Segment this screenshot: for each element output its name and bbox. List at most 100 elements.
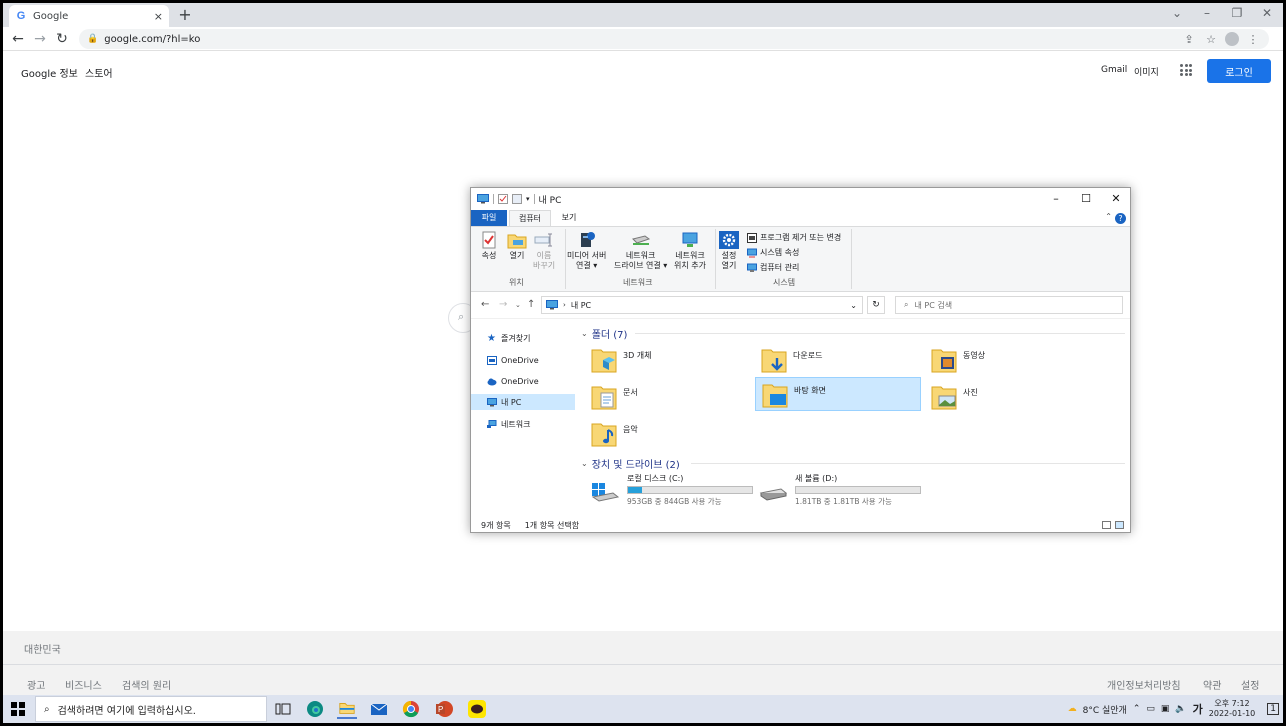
- google-about-link[interactable]: Google 정보: [21, 65, 78, 80]
- minimize-button[interactable]: –: [1197, 6, 1217, 20]
- reload-button[interactable]: ↻: [53, 30, 71, 48]
- recent-locations-icon[interactable]: ⌄: [515, 301, 521, 309]
- back-button[interactable]: ←: [9, 30, 27, 48]
- explorer-address-bar[interactable]: › 내 PC ⌄: [541, 296, 863, 314]
- drives-section-header[interactable]: ⌄ 장치 및 드라이브 (2): [581, 456, 680, 471]
- task-view-icon[interactable]: [273, 699, 293, 719]
- nav-label: 내 PC: [501, 397, 522, 407]
- tab-computer[interactable]: 컴퓨터: [509, 210, 551, 226]
- volume-icon[interactable]: 🔈: [1175, 704, 1186, 714]
- folder-3d-objects[interactable]: 3D 개체: [585, 343, 751, 377]
- address-bar[interactable]: 🔒 google.com/?hl=ko ⇪ ☆ ⋮: [79, 29, 1269, 49]
- restore-button[interactable]: ❐: [1227, 6, 1247, 20]
- footer-how-search-works-link[interactable]: 검색의 원리: [122, 677, 171, 692]
- apps-grid-icon[interactable]: [1180, 64, 1192, 76]
- clock[interactable]: 오후 7:12 2022-01-10: [1209, 699, 1256, 719]
- uninstall-program-button[interactable]: 프로그램 제거 또는 변경: [747, 232, 841, 243]
- properties-button[interactable]: 속성: [479, 231, 499, 261]
- input-indicator-icon[interactable]: ▭: [1146, 704, 1155, 714]
- login-button[interactable]: 로그인: [1207, 59, 1271, 83]
- media-server-button[interactable]: 미디어 서버 연결 ▾: [567, 231, 606, 271]
- nav-item-this-pc[interactable]: 내 PC: [471, 394, 575, 410]
- folder-documents[interactable]: 문서: [585, 380, 751, 414]
- footer-privacy-link[interactable]: 개인정보처리방침: [1107, 677, 1181, 692]
- explorer-minimize-button[interactable]: –: [1047, 192, 1065, 205]
- footer-terms-link[interactable]: 약관: [1203, 677, 1221, 692]
- search-icon: ⌕: [44, 703, 50, 715]
- footer-settings-link[interactable]: 설정: [1241, 677, 1259, 692]
- properties-icon: [482, 231, 496, 249]
- open-settings-button[interactable]: 설정 열기: [719, 231, 739, 271]
- address-dropdown-icon[interactable]: ⌄: [850, 301, 857, 310]
- tab-file[interactable]: 파일: [471, 210, 507, 226]
- url-text[interactable]: google.com/?hl=ko: [104, 34, 1175, 45]
- close-window-button[interactable]: ✕: [1257, 6, 1277, 20]
- footer-ads-link[interactable]: 광고: [27, 677, 45, 692]
- rename-button[interactable]: 이름 바꾸기: [533, 231, 555, 271]
- folder-downloads[interactable]: 다운로드: [755, 343, 921, 377]
- add-network-location-button[interactable]: 네트워크 위치 추가: [674, 231, 706, 271]
- nav-item-onedrive[interactable]: OneDrive: [471, 373, 575, 389]
- map-network-drive-button[interactable]: 네트워크 드라이브 연결 ▾: [614, 231, 667, 271]
- taskbar-search-box[interactable]: ⌕ 검색하려면 여기에 입력하십시오.: [35, 696, 267, 722]
- folders-section-header[interactable]: ⌄ 폴더 (7): [581, 326, 627, 341]
- nav-item-quick-access[interactable]: ★ 즐겨찾기: [471, 330, 575, 346]
- tab-search-chevron-icon[interactable]: ⌄: [1167, 6, 1187, 20]
- forward-button[interactable]: →: [31, 30, 49, 48]
- tab-view[interactable]: 보기: [555, 210, 583, 226]
- nav-item-network[interactable]: 네트워크: [471, 416, 575, 432]
- help-icon[interactable]: ?: [1115, 213, 1126, 224]
- details-view-icon[interactable]: [1102, 521, 1111, 529]
- folder-music[interactable]: 음악: [585, 417, 751, 451]
- open-button[interactable]: 열기: [507, 231, 527, 261]
- explorer-close-button[interactable]: ✕: [1107, 192, 1125, 205]
- google-store-link[interactable]: 스토어: [85, 65, 113, 80]
- refresh-button[interactable]: ↻: [867, 296, 885, 314]
- file-explorer-taskbar-icon[interactable]: [337, 699, 357, 719]
- mail-icon[interactable]: [369, 699, 389, 719]
- customize-toolbar-icon[interactable]: ▾: [526, 195, 530, 203]
- system-properties-button[interactable]: 시스템 속성: [747, 247, 799, 258]
- notification-center-icon[interactable]: 1: [1267, 703, 1279, 715]
- menu-kebab-icon[interactable]: ⋮: [1245, 33, 1261, 46]
- folder-videos[interactable]: 동영상: [925, 343, 1091, 377]
- kakaotalk-icon[interactable]: [467, 699, 487, 719]
- profile-avatar-icon[interactable]: [1225, 32, 1239, 46]
- drive-d[interactable]: 새 볼륨 (D:) 1.81TB 중 1.81TB 사용 가능: [759, 473, 921, 507]
- images-link[interactable]: 이미지: [1134, 65, 1159, 78]
- documents-folder-icon: [591, 386, 617, 410]
- drive-c[interactable]: 로컬 디스크 (C:) 953GB 중 844GB 사용 가능: [591, 473, 753, 507]
- bookmark-star-icon[interactable]: ☆: [1203, 33, 1219, 46]
- footer-business-link[interactable]: 비즈니스: [65, 677, 102, 692]
- weather-icon[interactable]: ☁: [1068, 704, 1077, 714]
- large-icons-view-icon[interactable]: [1115, 521, 1124, 529]
- quick-new-folder-icon[interactable]: [512, 194, 522, 204]
- share-icon[interactable]: ⇪: [1181, 33, 1197, 46]
- up-button[interactable]: ↑: [527, 299, 535, 310]
- folder-desktop[interactable]: 바탕 화면: [755, 377, 921, 411]
- powerpoint-icon[interactable]: P: [434, 699, 454, 719]
- browser-tab[interactable]: G Google ×: [9, 5, 169, 27]
- gmail-link[interactable]: Gmail: [1101, 65, 1127, 75]
- tab-close-icon[interactable]: ×: [154, 10, 163, 23]
- quick-properties-icon[interactable]: [498, 194, 508, 204]
- show-hidden-icons-chevron-icon[interactable]: ⌃: [1133, 704, 1141, 714]
- explorer-forward-button[interactable]: →: [499, 299, 507, 310]
- windows-start-icon[interactable]: [11, 702, 25, 716]
- explorer-search-box[interactable]: ⌕ 내 PC 검색: [895, 296, 1123, 314]
- ime-indicator[interactable]: 가: [1193, 701, 1203, 717]
- network-icon[interactable]: ▣: [1161, 704, 1170, 714]
- chevron-down-icon: ⌄: [581, 329, 588, 338]
- nav-item-onedrive-personal[interactable]: OneDrive: [471, 352, 575, 368]
- computer-management-button[interactable]: 컴퓨터 관리: [747, 262, 799, 273]
- breadcrumb-current[interactable]: 내 PC: [571, 300, 591, 311]
- title-separator: [493, 194, 494, 204]
- explorer-maximize-button[interactable]: ☐: [1077, 192, 1095, 205]
- explorer-back-button[interactable]: ←: [481, 299, 489, 310]
- weather-text[interactable]: 8°C 실안개: [1083, 703, 1127, 716]
- folder-pictures[interactable]: 사진: [925, 380, 1091, 414]
- chrome-icon[interactable]: [401, 699, 421, 719]
- collapse-ribbon-icon[interactable]: ⌃: [1105, 212, 1112, 221]
- new-tab-button[interactable]: +: [175, 5, 195, 24]
- edge-icon[interactable]: [305, 699, 325, 719]
